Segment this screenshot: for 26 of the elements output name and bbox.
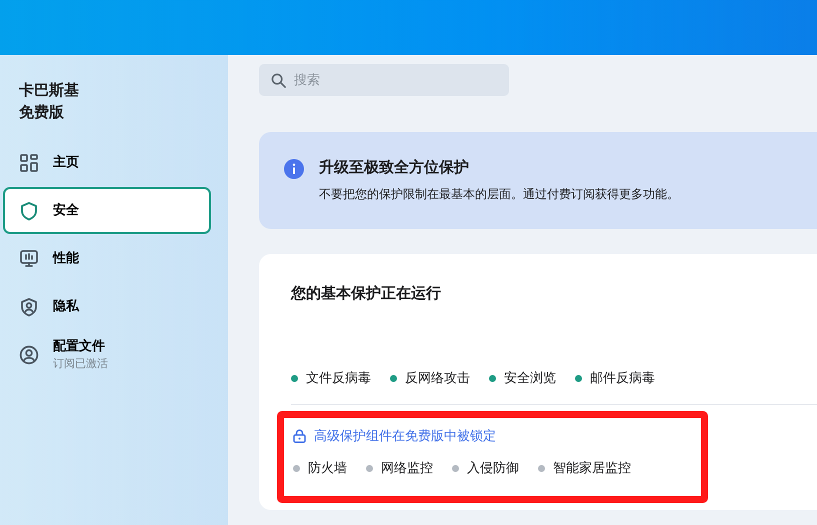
monitor-icon — [19, 248, 39, 268]
component-label: 文件反病毒 — [306, 370, 371, 388]
component-label: 智能家居监控 — [553, 460, 631, 478]
sidebar-item[interactable]: 隐私 — [3, 283, 211, 330]
sidebar-item[interactable]: 配置文件 订阅已激活 — [3, 331, 211, 378]
component-label: 反网络攻击 — [405, 370, 470, 388]
search-field[interactable]: 搜索 — [259, 64, 509, 96]
sidebar-item[interactable]: 主页 — [3, 139, 211, 186]
user-icon — [19, 344, 39, 364]
app-name: 卡巴斯基 免费版 — [18, 80, 80, 123]
shield-icon — [19, 200, 39, 220]
banner-text: 不要把您的保护限制在最基本的层面。通过付费订阅获得更多功能。 — [319, 186, 679, 203]
component-label: 入侵防御 — [467, 460, 519, 478]
grid-icon — [19, 152, 39, 172]
locked-link[interactable]: 高级保护组件在免费版中被锁定 — [314, 426, 496, 446]
banner-title: 升级至极致全方位保护 — [319, 158, 470, 176]
sidebar-item[interactable]: 性能 — [3, 235, 211, 282]
info-icon — [284, 159, 304, 179]
component-label: 网络监控 — [381, 460, 433, 478]
component-label: 防火墙 — [308, 460, 347, 478]
shield-person-icon — [19, 296, 39, 316]
sidebar-item[interactable]: 安全 — [3, 187, 211, 234]
component-label: 安全浏览 — [504, 370, 556, 388]
lock-icon — [293, 429, 306, 444]
card-title: 您的基本保护正在运行 — [291, 284, 442, 302]
component-label: 邮件反病毒 — [590, 370, 655, 388]
